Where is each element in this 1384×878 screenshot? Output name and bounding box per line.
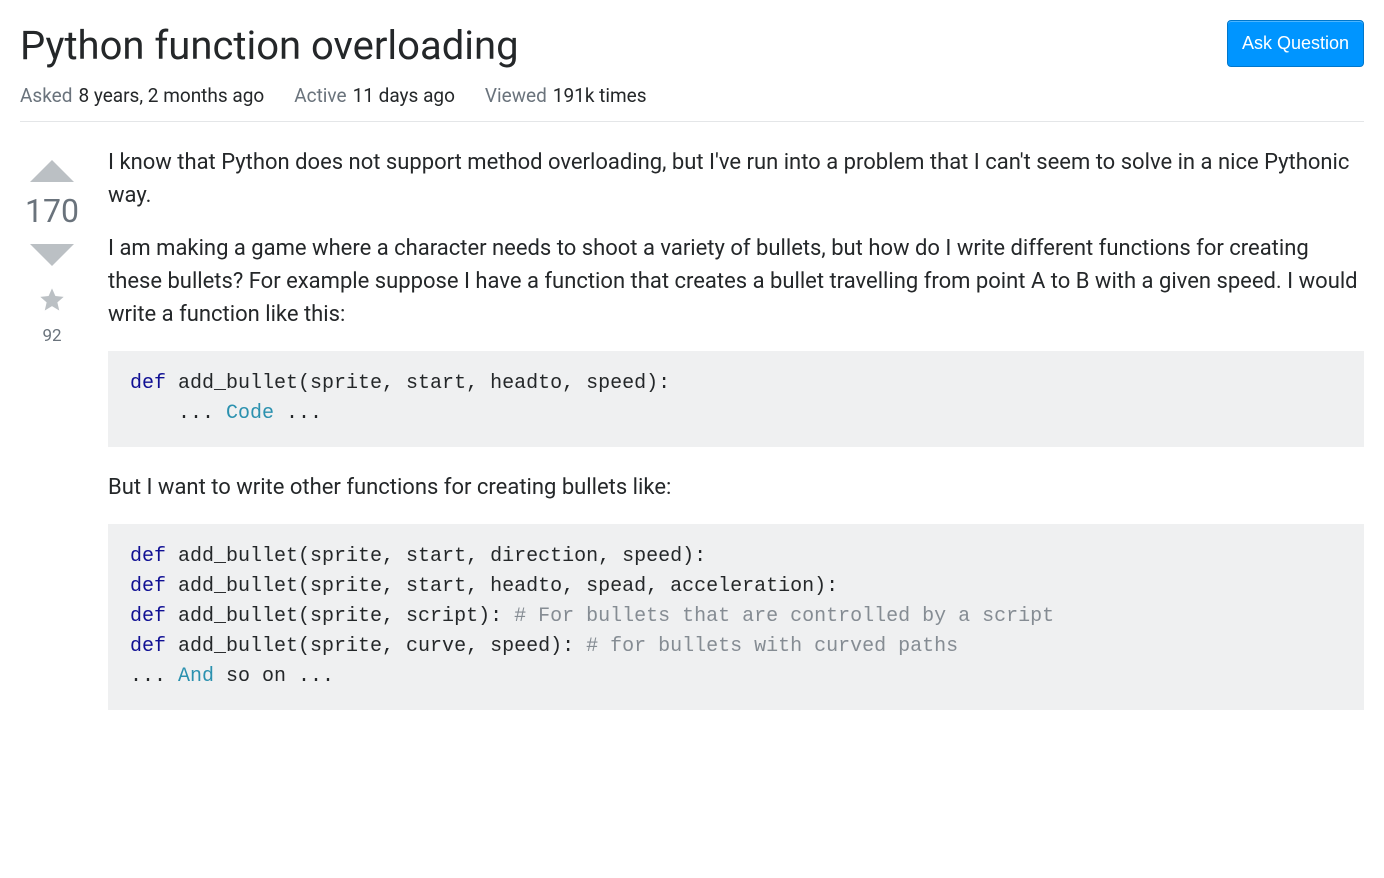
meta-asked-value: 8 years, 2 months ago: [78, 84, 264, 107]
paragraph: I am making a game where a character nee…: [108, 232, 1364, 331]
meta-viewed-value: 191k times: [553, 84, 647, 107]
question-title: Python function overloading: [20, 20, 519, 72]
meta-viewed-label: Viewed: [485, 84, 547, 107]
meta-active-value: 11 days ago: [353, 84, 455, 107]
vote-score: 170: [25, 192, 79, 230]
meta-viewed: Viewed 191k times: [485, 84, 647, 107]
code-block: def add_bullet(sprite, start, direction,…: [108, 524, 1364, 710]
paragraph: I know that Python does not support meth…: [108, 146, 1364, 212]
upvote-button[interactable]: [27, 156, 77, 184]
vote-column: 170 92: [20, 146, 84, 734]
favorite-button[interactable]: [38, 286, 66, 318]
meta-active-label: Active: [294, 84, 346, 107]
meta-asked-label: Asked: [20, 84, 72, 107]
code-block: def add_bullet(sprite, start, headto, sp…: [108, 351, 1364, 447]
meta-active: Active 11 days ago: [294, 84, 455, 107]
downvote-button[interactable]: [27, 242, 77, 270]
ask-question-button[interactable]: Ask Question: [1227, 20, 1364, 67]
favorite-count: 92: [42, 326, 61, 346]
meta-asked: Asked 8 years, 2 months ago: [20, 84, 264, 107]
question-meta: Asked 8 years, 2 months ago Active 11 days…: [20, 84, 1364, 122]
post-body: I know that Python does not support meth…: [108, 146, 1364, 734]
paragraph: But I want to write other functions for …: [108, 471, 1364, 504]
